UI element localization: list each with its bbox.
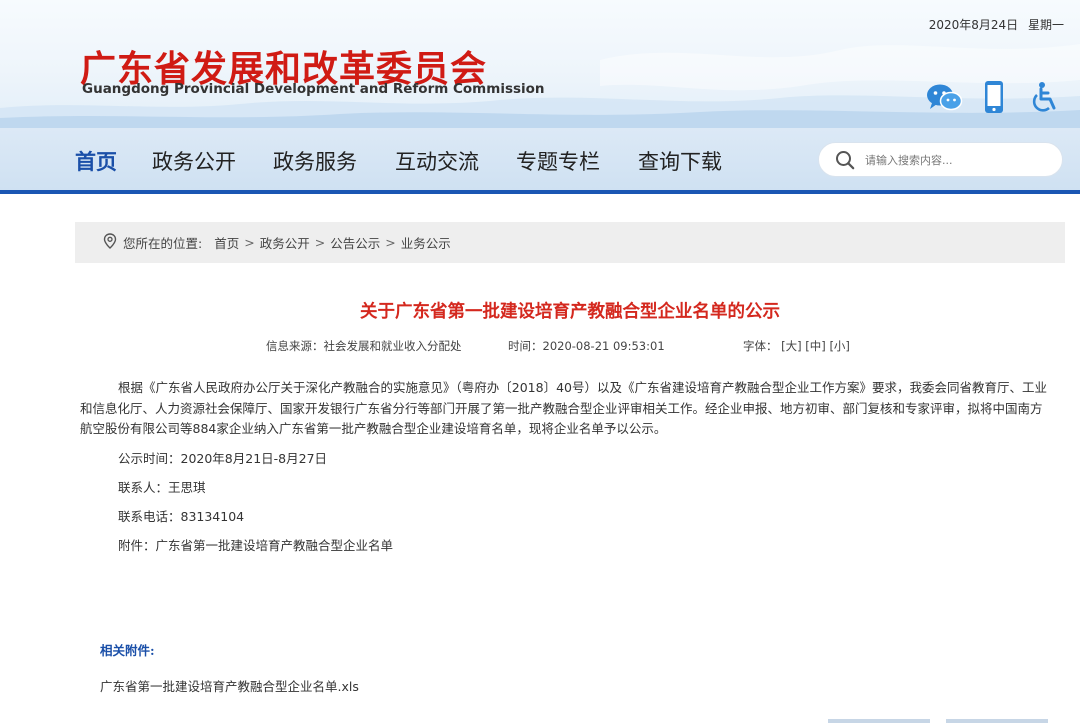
breadcrumb-business-notices[interactable]: 业务公示 [401,233,451,252]
article-paragraph: 根据《广东省人民政府办公厅关于深化产教融合的实施意见》（粤府办〔2018〕40号… [80,380,1047,436]
current-weekday: 星期一 [1027,18,1064,32]
breadcrumb-announcements[interactable]: 公告公示 [330,233,380,252]
article-source: 信息来源：社会发展和就业收入分配处 [266,339,462,353]
nav-item-government-services[interactable]: 政务服务 [273,146,357,176]
contact-phone: 联系电话：83134104 [118,509,245,524]
wechat-icon[interactable] [924,80,964,114]
search-input[interactable] [865,151,1050,169]
article-time: 时间：2020-08-21 09:53:01 [508,339,665,353]
nav-item-interaction[interactable]: 互动交流 [395,146,479,176]
font-size-label: 字体： [743,339,778,353]
breadcrumb: 您所在的位置: 首页 > 政务公开 > 公告公示 > 业务公示 [75,222,1065,263]
breadcrumb-government-affairs[interactable]: 政务公开 [260,233,310,252]
breadcrumb-home[interactable]: 首页 [214,233,239,252]
site-title-en: Guangdong Provincial Development and Ref… [82,81,545,97]
current-date: 2020年8月24日 [928,18,1019,32]
header-icon-group [924,80,1074,114]
publicity-period: 公示时间：2020年8月21日-8月27日 [118,451,328,466]
nav-item-home[interactable]: 首页 [75,146,117,176]
font-size-small[interactable]: [小] [829,339,849,353]
mobile-icon[interactable] [974,80,1014,114]
nav-item-query-download[interactable]: 查询下载 [638,146,722,176]
font-size-controls: 字体： [大] [中] [小] [743,338,850,354]
breadcrumb-separator: > [314,235,326,250]
search-icon[interactable] [835,150,855,174]
font-size-large[interactable]: [大] [781,339,801,353]
attachment-note: 附件：广东省第一批建设培育产教融合型企业名单 [118,538,394,553]
related-attachments-heading: 相关附件: [100,643,155,658]
bottom-button-edge [946,719,1048,723]
nav-item-special-topics[interactable]: 专题专栏 [516,146,600,176]
breadcrumb-separator: > [385,235,396,250]
font-size-medium[interactable]: [中] [805,339,825,353]
contact-person: 联系人：王思琪 [118,480,206,495]
accessibility-icon[interactable] [1024,80,1064,114]
main-nav: 首页 政务公开 政务服务 互动交流 专题专栏 查询下载 [0,128,1080,194]
attachment-file-link[interactable]: 广东省第一批建设培育产教融合型企业名单.xls [100,676,359,695]
location-pin-icon [103,233,117,252]
bottom-button-edge [828,719,930,723]
article-title: 关于广东省第一批建设培育产教融合型企业名单的公示 [360,302,780,322]
breadcrumb-label: 您所在的位置: [123,236,203,251]
date-line: 2020年8月24日 星期一 [929,16,1064,33]
site-header: 2020年8月24日 星期一 广东省发展和改革委员会 Guangdong Pro… [0,0,1080,128]
breadcrumb-separator: > [244,235,255,250]
search-box[interactable] [818,142,1063,177]
nav-item-government-affairs[interactable]: 政务公开 [152,146,236,176]
